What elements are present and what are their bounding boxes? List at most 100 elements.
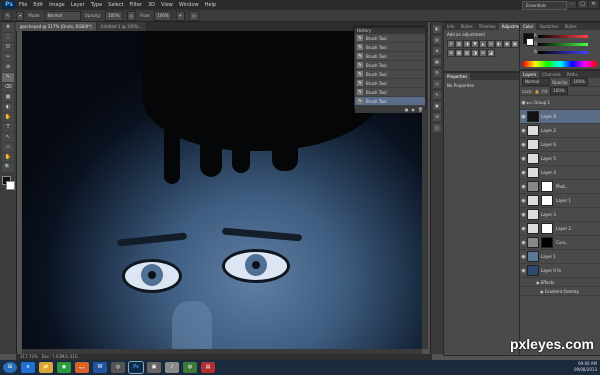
tab-styles[interactable]: Styles — [562, 23, 580, 30]
pressure-opacity-icon[interactable]: ◎ — [126, 10, 137, 21]
menu-file[interactable]: File — [19, 2, 27, 8]
pressure-size-icon[interactable]: ◎ — [189, 10, 199, 21]
blend-mode-select[interactable]: Normal — [522, 78, 550, 86]
history-item[interactable]: ✎ Brush Tool — [355, 34, 425, 43]
history-item[interactable]: ✎ Brush Tool — [355, 88, 425, 97]
brush-preset-icon[interactable]: ✎ — [3, 10, 13, 21]
layer-opacity-input[interactable]: 100% — [570, 78, 588, 86]
visibility-eye-icon[interactable]: ◉ — [520, 156, 527, 162]
black-white-icon[interactable]: ◐ — [495, 40, 503, 48]
visibility-eye-icon[interactable]: ◉ — [520, 268, 527, 274]
history-item[interactable]: ✎ Brush Tool — [355, 61, 425, 70]
channel-mixer-icon[interactable]: ▦ — [511, 40, 519, 48]
dock-icon[interactable]: ◎ — [433, 80, 441, 88]
type-tool-icon[interactable]: T — [2, 123, 14, 132]
workspace-select[interactable]: Essentials — [522, 1, 567, 10]
brush-size-dropdown[interactable]: ▾ — [16, 10, 25, 21]
tab-layers[interactable]: Layers — [520, 71, 540, 78]
selective-color-icon[interactable]: ◪ — [487, 49, 495, 57]
levels-icon[interactable]: ▥ — [455, 40, 463, 48]
lasso-tool-icon[interactable]: ʘ — [2, 43, 14, 52]
taskbar-chrome-icon[interactable]: ◉ — [57, 362, 71, 373]
dock-icon[interactable]: ▤ — [433, 36, 441, 44]
color-balance-icon[interactable]: ⚖ — [487, 40, 495, 48]
visibility-eye-icon[interactable]: ◉ — [520, 240, 527, 246]
history-item[interactable]: ✎ Brush Tool — [355, 70, 425, 79]
visibility-eye-icon[interactable]: ◉ — [520, 198, 527, 204]
menu-filter[interactable]: Filter — [130, 2, 142, 8]
dock-icon[interactable]: ☰ — [433, 113, 441, 121]
history-item[interactable]: ✎ Brush Tool — [355, 43, 425, 52]
dock-icon[interactable]: ▣ — [433, 102, 441, 110]
tab-info[interactable]: Info — [444, 23, 458, 30]
visibility-eye-icon[interactable]: ◉ — [520, 128, 527, 134]
red-slider[interactable] — [538, 35, 588, 38]
menu-type[interactable]: Type — [91, 2, 102, 8]
taskbar-word-icon[interactable]: W — [93, 362, 107, 373]
shape-tool-icon[interactable]: ▭ — [2, 143, 14, 152]
visibility-eye-icon[interactable]: ◉ — [520, 114, 527, 120]
background-swatch[interactable] — [6, 181, 15, 190]
layer-row[interactable]: ◉ Layer 2 — [520, 222, 600, 236]
system-clock[interactable]: 09:00 AM 09/08/2013 — [574, 361, 597, 373]
layer-row[interactable]: ◉ Layer 0 fx — [520, 264, 600, 278]
tab-properties[interactable]: Properties — [444, 73, 471, 80]
layer-row[interactable]: ◉ Layer 2 — [520, 124, 600, 138]
visibility-eye-icon[interactable]: ◉ — [520, 100, 527, 106]
tab-timeline[interactable]: Timeline — [476, 23, 499, 30]
marquee-tool-icon[interactable]: ⬚ — [2, 33, 14, 42]
start-button[interactable]: ⊞ — [3, 362, 17, 373]
dock-icon[interactable]: ⚙ — [433, 69, 441, 77]
tab-paths[interactable]: Paths — [564, 71, 581, 78]
layer-row[interactable]: ◉ Layer 6 — [520, 138, 600, 152]
snapshot-icon[interactable]: ◉ — [411, 106, 415, 113]
visibility-eye-icon[interactable]: ◉ — [520, 212, 527, 218]
flow-input[interactable]: 100% — [154, 10, 172, 21]
zoom-tool-icon[interactable]: 🔍 — [2, 163, 14, 172]
taskbar-app-icon[interactable]: ◍ — [183, 362, 197, 373]
document-tab[interactable]: gorchepad @ 317% (Gruts, RGB/8*) — [16, 22, 96, 31]
gradient-map-icon[interactable]: ⊟ — [479, 49, 487, 57]
lock-icon[interactable]: 🔒 — [534, 89, 539, 94]
posterize-icon[interactable]: ▨ — [463, 49, 471, 57]
taskbar-app-icon[interactable]: ▤ — [201, 362, 215, 373]
layer-row[interactable]: ◉ ▸▭ Group 1 — [520, 96, 600, 110]
photo-filter-icon[interactable]: ◉ — [503, 40, 511, 48]
new-document-icon[interactable]: ▣ — [405, 106, 409, 113]
layer-row[interactable]: ◉ Layer 1 — [520, 250, 600, 264]
blue-slider[interactable] — [538, 51, 588, 54]
visibility-eye-icon[interactable]: ◉ — [520, 184, 527, 190]
color-swatches[interactable] — [2, 176, 15, 192]
taskbar-firefox-icon[interactable]: 🦊 — [75, 362, 89, 373]
color-lookup-icon[interactable]: ⊞ — [447, 49, 455, 57]
crop-tool-icon[interactable]: ✂ — [2, 53, 14, 62]
layer-row[interactable]: ◉ Phot... — [520, 180, 600, 194]
history-item-selected[interactable]: ✎ Brush Tool — [355, 97, 425, 106]
close-button[interactable]: ✕ — [589, 1, 598, 8]
taskbar-ie-icon[interactable]: e — [21, 362, 35, 373]
history-item[interactable]: ✎ Brush Tool — [355, 52, 425, 61]
background-color[interactable] — [526, 38, 534, 46]
tab-styles[interactable]: Styles — [458, 23, 476, 30]
curves-icon[interactable]: ◑ — [463, 40, 471, 48]
path-select-tool-icon[interactable]: ↖ — [2, 133, 14, 142]
menu-3d[interactable]: 3D — [148, 2, 155, 8]
vibrance-icon[interactable]: ◭ — [479, 40, 487, 48]
green-slider[interactable] — [538, 43, 588, 46]
taskbar-photoshop-icon[interactable]: Ps — [129, 362, 143, 373]
gradient-tool-icon[interactable]: ▩ — [2, 93, 14, 102]
layer-row[interactable]: ◉ Layer 3 — [520, 208, 600, 222]
menu-edit[interactable]: Edit — [33, 2, 43, 8]
dock-icon[interactable]: ▦ — [433, 58, 441, 66]
dock-icon[interactable]: ◫ — [433, 124, 441, 132]
mode-select[interactable]: Normal — [44, 10, 81, 21]
visibility-eye-icon[interactable]: ◉ — [520, 142, 527, 148]
maximize-button[interactable]: □ — [578, 1, 587, 8]
tab-color[interactable]: Color — [520, 23, 537, 30]
dock-icon[interactable]: ◧ — [433, 25, 441, 33]
tab-swatches[interactable]: Swatches — [536, 23, 561, 30]
eraser-tool-icon[interactable]: ⌫ — [2, 83, 14, 92]
layer-effect-row[interactable]: ◉ Gradient Overlay — [520, 287, 600, 296]
brush-tool-icon[interactable]: ✎ — [2, 73, 14, 82]
layer-row[interactable]: ◉ Layer 5 — [520, 152, 600, 166]
